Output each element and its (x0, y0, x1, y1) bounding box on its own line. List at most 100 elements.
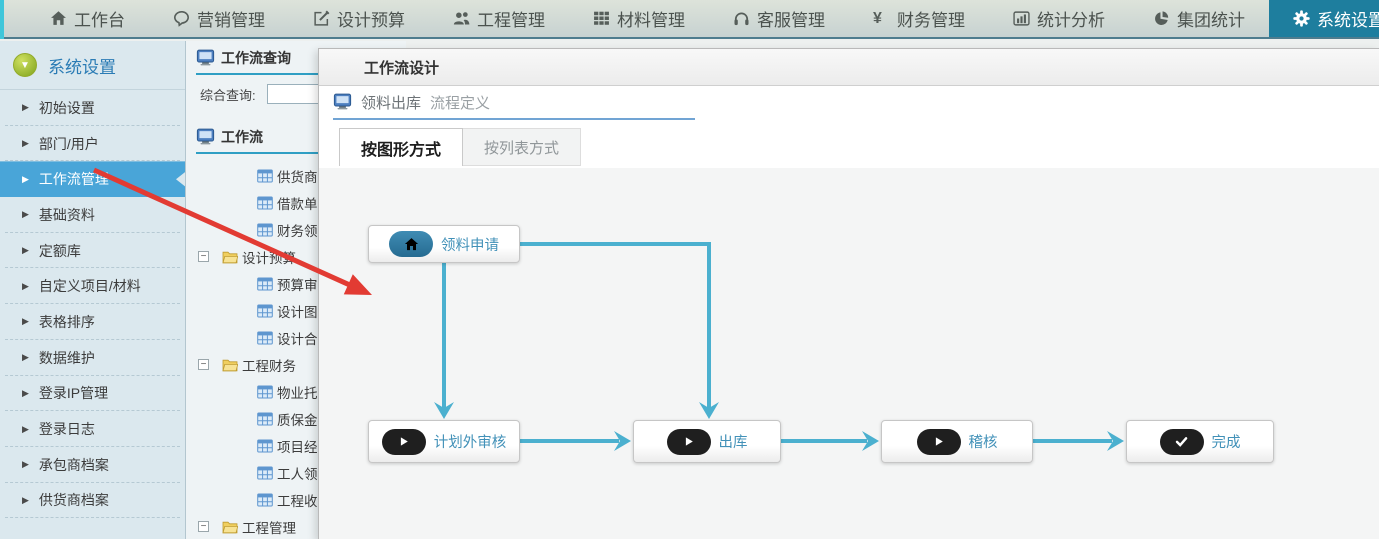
document-title: 领料出库 (361, 92, 421, 113)
sidebar-item-7[interactable]: ▶数据维护 (0, 340, 185, 376)
nav-item-label: 客服管理 (757, 6, 825, 31)
nav-item-grid[interactable]: 材料管理 (569, 0, 709, 37)
view-tabs: 按图形方式按列表方式 (339, 128, 1379, 166)
nav-item-bar-chart[interactable]: 统计分析 (989, 0, 1129, 37)
nav-item-label: 统计分析 (1037, 6, 1105, 31)
nav-accent-strip (0, 0, 4, 39)
caret-right-icon: ▶ (22, 388, 29, 399)
document-subtitle: 流程定义 (430, 92, 490, 113)
tree-label: 工程管理 (242, 517, 296, 537)
collapse-icon[interactable]: − (198, 359, 209, 370)
caret-right-icon: ▶ (22, 174, 29, 185)
flow-node-review[interactable]: 计划外审核 (368, 420, 520, 463)
sidebar-item-1[interactable]: ▶ 部门/用户 (0, 126, 185, 162)
sidebar-title: 系统设置 (48, 53, 116, 78)
chat-icon (173, 10, 190, 27)
nav-item-headset[interactable]: 客服管理 (709, 0, 849, 37)
sidebar-item-11[interactable]: ▶ 供货商档案 (0, 483, 185, 519)
nav-item-yen[interactable]: ¥财务管理 (849, 0, 989, 37)
flow-node-start[interactable]: 领料申请 (368, 225, 520, 263)
sidebar-item-0[interactable]: ▶ 初始设置 (0, 90, 185, 126)
table-icon (257, 331, 273, 345)
monitor-icon (196, 49, 215, 67)
workflow-designer-header: 工作流设计 (319, 49, 1379, 86)
tree-label: 预算审 (277, 274, 318, 294)
monitor-icon (333, 93, 352, 111)
caret-right-icon: ▶ (22, 352, 29, 363)
nav-item-chat[interactable]: 营销管理 (149, 0, 289, 37)
chevron-down-circle-icon[interactable]: ▼ (13, 53, 37, 77)
pie-chart-icon (1153, 10, 1170, 27)
tree-label: 设计预算 (242, 247, 296, 267)
tree-label: 工程收 (277, 490, 318, 510)
sidebar-item-label: 登录IP管理 (39, 383, 108, 403)
flow-node-done[interactable]: 完成 (1126, 420, 1274, 463)
nav-item-label: 集团统计 (1177, 6, 1245, 31)
tree-label: 物业托 (277, 382, 318, 402)
workflow-query-title: 工作流查询 (221, 48, 291, 68)
table-icon (257, 439, 273, 453)
connector-lines (319, 168, 1379, 539)
flow-node-audit[interactable]: 稽核 (881, 420, 1033, 463)
tree-label: 财务领 (277, 220, 318, 240)
headset-icon (733, 10, 750, 27)
caret-right-icon: ▶ (22, 495, 29, 506)
sidebar-item-label: 初始设置 (39, 98, 95, 118)
sidebar-item-label: 工作流管理 (39, 169, 109, 189)
folder-icon (222, 250, 238, 264)
workflow-designer-title: 工作流设计 (364, 57, 439, 78)
nav-item-gear[interactable]: 系统设置 (1269, 0, 1379, 37)
tree-label: 工程财务 (242, 355, 296, 375)
sidebar-item-5[interactable]: ▶ 自定义项目/材料 (0, 268, 185, 304)
tree-label: 借款单 (277, 193, 318, 213)
collapse-icon[interactable]: − (198, 521, 209, 532)
nav-item-label: 材料管理 (617, 6, 685, 31)
tab-graph-view[interactable]: 按图形方式 (339, 128, 463, 166)
collapse-icon[interactable]: − (198, 251, 209, 262)
bar-chart-icon (1013, 10, 1030, 27)
sidebar-item-label: 供货商档案 (39, 490, 109, 510)
sidebar-item-6[interactable]: ▶表格排序 (0, 304, 185, 340)
sidebar-item-8[interactable]: ▶ 登录IP管理 (0, 376, 185, 412)
caret-right-icon: ▶ (22, 281, 29, 292)
sidebar-item-2[interactable]: ▶ 工作流管理 (0, 161, 185, 197)
workflow-canvas[interactable]: 领料申请计划外审核 出库 稽核 完成 (319, 168, 1379, 539)
play-icon (917, 429, 961, 455)
flow-node-label: 出库 (719, 431, 748, 452)
table-icon (257, 493, 273, 507)
sidebar-item-label: 基础资料 (39, 205, 95, 225)
workflow-designer-panel: 工作流设计 领料出库 流程定义 按图形方式按列表方式 领料申请计划外审核 出库 稽核… (318, 48, 1379, 539)
table-icon (257, 169, 273, 183)
caret-right-icon: ▶ (22, 138, 29, 149)
sidebar-item-3[interactable]: ▶ 基础资料 (0, 197, 185, 233)
search-input[interactable] (267, 84, 325, 104)
workflow-query-header: 工作流查询 (196, 41, 318, 75)
nav-item-users[interactable]: 工程管理 (429, 0, 569, 37)
sidebar-item-label: 部门/用户 (39, 134, 99, 154)
workflow-tree-title: 工作流 (221, 127, 263, 147)
nav-item-label: 工作台 (74, 6, 125, 31)
sidebar-item-label: 自定义项目/材料 (39, 276, 141, 296)
users-icon (453, 10, 470, 27)
nav-item-label: 工程管理 (477, 6, 545, 31)
search-label: 综合查询: (200, 85, 256, 104)
tree-label: 设计合 (277, 328, 318, 348)
nav-item-label: 设计预算 (337, 6, 405, 31)
sidebar-item-10[interactable]: ▶承包商档案 (0, 447, 185, 483)
nav-item-home[interactable]: 工作台 (26, 0, 149, 37)
nav-item-pie-chart[interactable]: 集团统计 (1129, 0, 1269, 37)
table-icon (257, 385, 273, 399)
sidebar-item-9[interactable]: ▶登录日志 (0, 411, 185, 447)
nav-item-edit[interactable]: 设计预算 (289, 0, 429, 37)
caret-right-icon: ▶ (22, 316, 29, 327)
monitor-icon (196, 128, 215, 146)
caret-right-icon: ▶ (22, 102, 29, 113)
table-icon (257, 196, 273, 210)
tab-list-view[interactable]: 按列表方式 (463, 128, 581, 166)
caret-right-icon: ▶ (22, 209, 29, 220)
caret-right-icon: ▶ (22, 459, 29, 470)
tree-label: 质保金 (277, 409, 318, 429)
flow-node-out[interactable]: 出库 (633, 420, 781, 463)
top-nav: 工作台营销管理 设计预算 工程管理 材料管理 客服管理 ¥财务管理 统计分析 集团统计系统设置 (0, 0, 1379, 39)
sidebar-item-4[interactable]: ▶定额库 (0, 233, 185, 269)
